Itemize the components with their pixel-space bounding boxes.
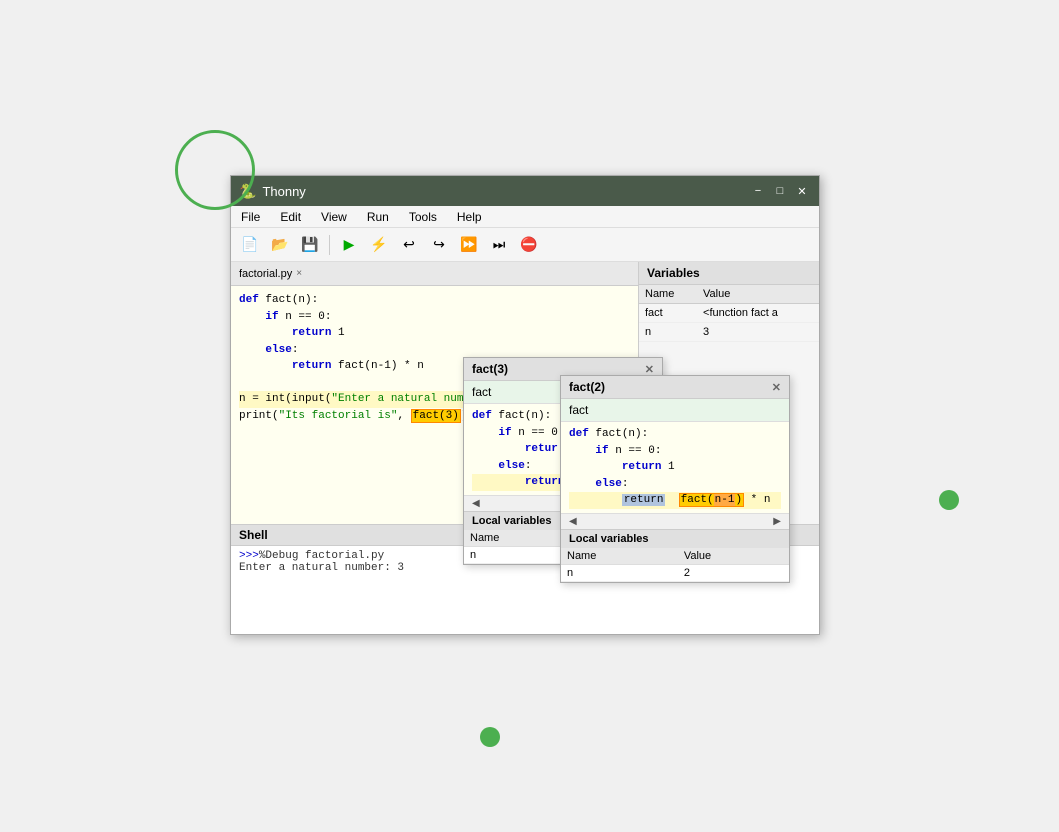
fact2-var-n-name: n (561, 564, 678, 581)
file-tab-name: factorial.py (239, 268, 292, 280)
fact2-local-vars: Local variables Name Value n 2 (561, 529, 789, 582)
fact3-title-text: fact(3) (472, 362, 508, 376)
code-line-2: if n == 0: (239, 309, 630, 326)
menu-edit[interactable]: Edit (274, 210, 307, 224)
code-line-4: else: (239, 342, 630, 359)
fact2-func-label: fact (561, 399, 789, 422)
variables-table: Name Value fact <function fact a n 3 (639, 285, 819, 342)
fact2-code-line-3: return 1 (569, 459, 781, 476)
variables-panel-title: Variables (639, 262, 819, 285)
title-bar: 🐍 Thonny − □ ✕ (231, 176, 819, 206)
shell-output-1: Enter a natural number: 3 (239, 562, 404, 574)
fact2-scrollbar: ◀ ▶ (561, 513, 789, 529)
menu-tools[interactable]: Tools (403, 210, 443, 224)
var-row-n: n 3 (639, 323, 819, 342)
window-title: Thonny (262, 184, 749, 199)
fact2-code-line-5: return fact(n-1) * n (569, 492, 781, 509)
menu-run[interactable]: Run (361, 210, 395, 224)
code-line-1: def fact(n): (239, 292, 630, 309)
fact3-scroll-left[interactable]: ◀ (472, 498, 480, 509)
green-circle-decoration (175, 130, 255, 210)
var-header-name: Name (639, 285, 697, 304)
fact2-var-header-name: Name (561, 548, 678, 565)
fact2-popup: fact(2) ✕ fact def fact(n): if n == 0: r… (560, 375, 790, 583)
window-controls: − □ ✕ (749, 182, 811, 200)
fact3-var-n-name: n (464, 546, 565, 563)
fact2-title-text: fact(2) (569, 380, 605, 394)
var-header-value: Value (697, 285, 819, 304)
fact2-local-title: Local variables (561, 530, 789, 548)
green-dot-bottom-decoration (480, 727, 500, 747)
var-name-n: n (639, 323, 697, 342)
fact2-var-header-value: Value (678, 548, 789, 565)
toolbar: 📄 📂 💾 ▶ ⚡ ↩ ↪ ⏩ ⏭ ⛔ (231, 228, 819, 262)
step-over-button[interactable]: ↩ (396, 232, 422, 258)
resume-button[interactable]: ⏭ (486, 232, 512, 258)
fact2-scroll-left[interactable]: ◀ (569, 516, 577, 527)
fact2-close-button[interactable]: ✕ (772, 381, 781, 394)
open-file-button[interactable]: 📂 (267, 232, 293, 258)
fact2-var-row-n: n 2 (561, 564, 789, 581)
close-button[interactable]: ✕ (793, 182, 811, 200)
step-into-button[interactable]: ↪ (426, 232, 452, 258)
menu-bar: File Edit View Run Tools Help (231, 206, 819, 228)
var-row-fact: fact <function fact a (639, 304, 819, 323)
var-value-fact: <function fact a (697, 304, 819, 323)
menu-file[interactable]: File (235, 210, 266, 224)
toolbar-separator-1 (329, 235, 330, 255)
maximize-button[interactable]: □ (771, 182, 789, 200)
menu-help[interactable]: Help (451, 210, 488, 224)
file-tab-close[interactable]: × (296, 268, 302, 279)
fact2-code-line-2: if n == 0: (569, 443, 781, 460)
fact2-code-line-4: else: (569, 476, 781, 493)
shell-prompt-1: >>> (239, 550, 259, 562)
fact2-code-line-1: def fact(n): (569, 426, 781, 443)
shell-command-1: %Debug factorial.py (259, 550, 384, 562)
fact2-popup-title: fact(2) ✕ (561, 376, 789, 399)
save-file-button[interactable]: 💾 (297, 232, 323, 258)
fact3-close-button[interactable]: ✕ (645, 363, 654, 376)
var-value-n: 3 (697, 323, 819, 342)
var-name-fact: fact (639, 304, 697, 323)
code-line-3: return 1 (239, 325, 630, 342)
fact2-var-table: Name Value n 2 (561, 548, 789, 582)
fact2-var-n-value: 2 (678, 564, 789, 581)
minimize-button[interactable]: − (749, 182, 767, 200)
menu-view[interactable]: View (315, 210, 353, 224)
stop-button[interactable]: ⛔ (516, 232, 542, 258)
step-out-button[interactable]: ⏩ (456, 232, 482, 258)
fact2-scroll-right[interactable]: ▶ (773, 516, 781, 527)
green-dot-right-decoration (939, 490, 959, 510)
fact3-var-header-name: Name (464, 530, 565, 547)
file-tab[interactable]: factorial.py × (231, 262, 638, 286)
new-file-button[interactable]: 📄 (237, 232, 263, 258)
debug-button[interactable]: ⚡ (366, 232, 392, 258)
fact2-code: def fact(n): if n == 0: return 1 else: r… (561, 422, 789, 513)
run-button[interactable]: ▶ (336, 232, 362, 258)
